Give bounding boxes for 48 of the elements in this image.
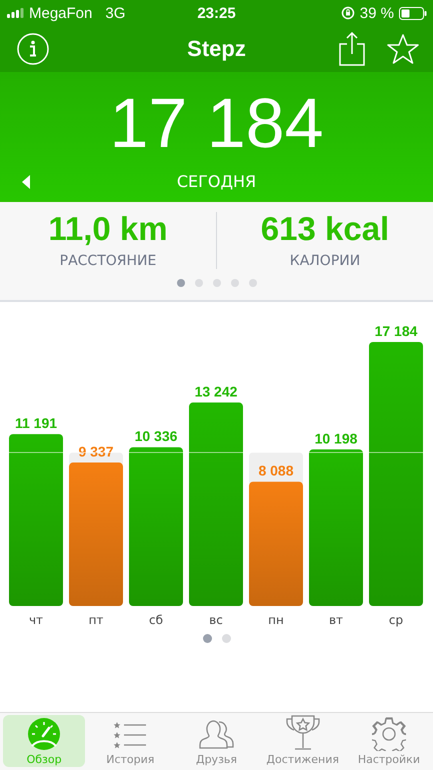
info-button[interactable] xyxy=(17,33,49,65)
tab[interactable]: Обзор xyxy=(3,715,86,767)
page-dot[interactable] xyxy=(202,634,212,643)
day-label: пт xyxy=(88,613,104,627)
stat-value: 11,0 km xyxy=(48,212,168,247)
people-icon xyxy=(198,719,234,751)
signal-icon xyxy=(7,8,24,18)
day-label: вс xyxy=(209,613,223,627)
gauge-icon xyxy=(27,717,62,751)
trophy-icon xyxy=(286,715,320,751)
day-label: чт xyxy=(28,613,44,627)
carrier-name: MegaFon xyxy=(29,4,92,22)
page-dot[interactable] xyxy=(230,278,238,287)
rotation-lock-icon xyxy=(340,6,355,20)
stat-label: РАССТОЯНИЕ xyxy=(60,252,156,269)
day-label: сб xyxy=(149,613,163,627)
tab[interactable]: Достижения xyxy=(262,715,344,767)
stat-label: КАЛОРИИ xyxy=(290,252,360,269)
day-label: вт xyxy=(328,613,344,627)
bar-value: 10 198 xyxy=(314,430,358,446)
share-button[interactable] xyxy=(339,32,365,66)
battery-percent: 39 % xyxy=(360,4,394,22)
tab[interactable]: Друзья xyxy=(175,715,258,767)
status-time: 23:25 xyxy=(196,4,237,22)
page-dot[interactable] xyxy=(176,278,184,287)
page-dot[interactable] xyxy=(248,278,256,287)
favorite-button[interactable] xyxy=(387,33,419,65)
day-label: СЕГОДНЯ xyxy=(176,172,256,191)
stat-value: 613 kcal xyxy=(260,212,390,247)
bar-value: 10 336 xyxy=(134,428,178,444)
bar-value: 9 337 xyxy=(78,444,114,460)
tab[interactable]: История xyxy=(89,715,172,767)
previous-day-button[interactable] xyxy=(22,175,30,189)
page-dot[interactable] xyxy=(194,278,202,287)
bar-value: 8 088 xyxy=(258,462,294,479)
network-type: 3G xyxy=(105,4,126,22)
app-title: Stepz xyxy=(186,36,247,62)
bar-value: 17 184 xyxy=(374,323,418,339)
day-label: пн xyxy=(268,613,284,627)
bar-value: 11 191 xyxy=(14,415,58,432)
bar-value: 13 242 xyxy=(194,384,238,400)
page-dot[interactable] xyxy=(222,634,230,643)
steps-count: 17 184 xyxy=(109,88,324,158)
battery-icon xyxy=(399,6,427,20)
settings-icon xyxy=(372,717,406,751)
day-label: ср xyxy=(388,613,404,627)
page-dot[interactable] xyxy=(212,278,220,287)
tab[interactable]: Настройки xyxy=(348,715,430,767)
